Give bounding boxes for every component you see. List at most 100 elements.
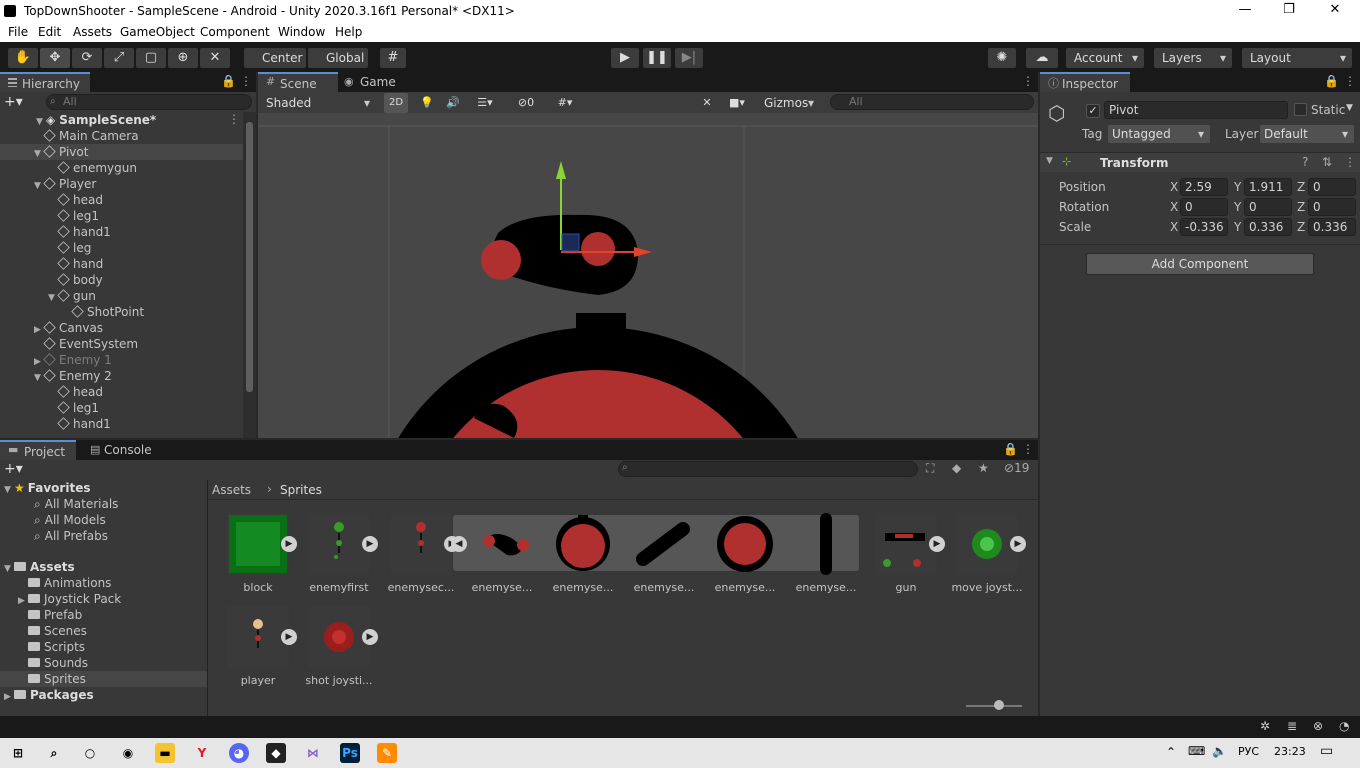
hierarchy-scrollbar[interactable] [243, 112, 256, 438]
kebab-menu-icon[interactable]: ⋮ [1344, 155, 1356, 169]
unity-icon[interactable]: ◆ [266, 743, 286, 763]
camera-dropdown-icon[interactable]: ■▾ [722, 93, 752, 113]
scale-x-field[interactable]: -0.336 [1180, 218, 1228, 236]
lock-icon[interactable]: 🔒 [1324, 74, 1339, 88]
cloud-icon[interactable]: ☁ [1026, 48, 1058, 68]
rotation-x-field[interactable]: 0 [1180, 198, 1228, 216]
progress-icon[interactable]: ◔ [1339, 719, 1349, 733]
fold-arrow-icon[interactable]: ▼ [1046, 156, 1053, 166]
asset-item[interactable]: enemyse... [542, 513, 613, 603]
assets-root-row[interactable]: ▼ Assets [0, 559, 207, 575]
expand-subassets-icon[interactable]: ▶ [362, 536, 378, 552]
tools-icon[interactable]: ✕ [696, 93, 718, 113]
kebab-menu-icon[interactable]: ⋮ [240, 74, 252, 88]
maximize-button[interactable]: ❐ [1266, 2, 1312, 20]
collab-icon[interactable]: ✺ [988, 48, 1016, 68]
kebab-menu-icon[interactable]: ⋮ [1344, 74, 1356, 88]
help-icon[interactable]: ? [1302, 155, 1308, 169]
hierarchy-row[interactable]: ▶ Enemy 1 [0, 352, 243, 368]
hierarchy-row[interactable]: leg1 [0, 400, 243, 416]
favorites-star-icon[interactable]: ★ [978, 461, 989, 475]
asset-item[interactable]: enemysec...▶ [380, 513, 460, 603]
preset-icon[interactable]: ⇅ [1322, 155, 1332, 169]
asset-folder-row[interactable]: Sprites [0, 671, 207, 687]
windows-start-icon[interactable]: ⊞ [8, 743, 28, 763]
hierarchy-search-input[interactable]: All [46, 94, 252, 110]
close-button[interactable]: ✕ [1312, 2, 1358, 20]
hierarchy-row[interactable]: hand [0, 256, 243, 272]
project-search-input[interactable] [618, 461, 918, 477]
expand-subassets-icon[interactable]: ▶ [281, 536, 297, 552]
network-icon[interactable]: ⌨ [1188, 744, 1205, 758]
asset-item[interactable]: enemyse... [623, 513, 694, 603]
discord-icon[interactable]: ◕ [229, 743, 249, 763]
hierarchy-row[interactable]: leg1 [0, 208, 243, 224]
expand-subassets-icon[interactable]: ▶ [281, 629, 297, 645]
transform-header[interactable]: ▼ ⊹ Transform ? ⇅ ⋮ [1040, 152, 1360, 172]
notifications-icon[interactable]: ▭ [1320, 743, 1333, 759]
account-dropdown[interactable]: Account [1066, 48, 1144, 68]
move-tool-icon[interactable]: ✥ [40, 48, 70, 68]
asset-item[interactable]: shot joysti... ▶ [298, 606, 378, 696]
lighting-icon[interactable]: 💡 [416, 93, 438, 113]
hierarchy-row[interactable]: hand1 [0, 224, 243, 240]
asset-folder-row[interactable]: ▶ Joystick Pack [0, 591, 207, 607]
layer-dropdown[interactable]: Default [1260, 125, 1354, 143]
asset-item[interactable]: player ▶ [217, 606, 297, 696]
effects-dropdown-icon[interactable]: ☰▾ [468, 93, 502, 113]
scale-y-field[interactable]: 0.336 [1244, 218, 1292, 236]
shading-mode-dropdown[interactable]: Shaded [258, 93, 376, 113]
packages-row[interactable]: ▶ Packages [0, 687, 207, 703]
hierarchy-row[interactable]: Main Camera [0, 128, 243, 144]
create-plus-icon[interactable]: +▾ [4, 94, 23, 110]
cache-icon[interactable]: ≣ [1287, 719, 1297, 733]
scrollbar-thumb[interactable] [246, 122, 253, 392]
layout-dropdown[interactable]: Layout [1242, 48, 1352, 68]
breadcrumb-assets[interactable]: Assets [212, 483, 251, 497]
pivot-global-toggle[interactable]: Global [308, 48, 368, 68]
hierarchy-row[interactable]: EventSystem [0, 336, 243, 352]
menu-file[interactable]: File [8, 25, 28, 39]
transform-tool-icon[interactable]: ⊕ [168, 48, 198, 68]
grid-snap-dropdown-icon[interactable]: #▾ [546, 93, 584, 113]
favorite-search-item[interactable]: ⌕ All Prefabs [0, 528, 207, 544]
search-icon[interactable]: ⌕ [44, 743, 64, 763]
breadcrumb-sprites[interactable]: Sprites [280, 483, 322, 497]
menu-help[interactable]: Help [335, 25, 362, 39]
add-component-button[interactable]: Add Component [1086, 253, 1314, 275]
favorite-search-item[interactable]: ⌕ All Models [0, 512, 207, 528]
scene-kebab-icon[interactable]: ⋮ [228, 112, 240, 126]
asset-item[interactable]: enemyse... [704, 513, 775, 603]
position-y-field[interactable]: 1.911 [1244, 178, 1292, 196]
obs-icon[interactable]: ◉ [118, 743, 138, 763]
asset-folder-row[interactable]: Prefab [0, 607, 207, 623]
kebab-menu-icon[interactable]: ⋮ [1022, 442, 1034, 456]
rotate-tool-icon[interactable]: ⟳ [72, 48, 102, 68]
cortana-icon[interactable]: ○ [80, 743, 100, 763]
volume-icon[interactable]: 🔈 [1212, 744, 1227, 758]
asset-item[interactable]: gun ▶ [865, 513, 945, 603]
language-indicator[interactable]: РУС [1238, 745, 1259, 758]
hierarchy-row[interactable]: ▼ gun [0, 288, 243, 304]
rotation-z-field[interactable]: 0 [1308, 198, 1356, 216]
hierarchy-row[interactable]: enemygun [0, 160, 243, 176]
active-checkbox[interactable]: ✓ [1086, 104, 1100, 118]
position-x-field[interactable]: 2.59 [1180, 178, 1228, 196]
photoshop-icon[interactable]: Ps [340, 743, 360, 763]
position-z-field[interactable]: 0 [1308, 178, 1356, 196]
favorite-search-item[interactable]: ⌕ All Materials [0, 496, 207, 512]
hierarchy-row[interactable]: head [0, 384, 243, 400]
asset-folder-row[interactable]: Animations [0, 575, 207, 591]
scale-z-field[interactable]: 0.336 [1308, 218, 1356, 236]
play-button[interactable]: ▶ [611, 48, 639, 68]
asset-item[interactable]: enemyse... [785, 513, 856, 603]
rotation-y-field[interactable]: 0 [1244, 198, 1292, 216]
custom-tool-icon[interactable]: ✕ [200, 48, 230, 68]
minimize-button[interactable]: — [1222, 2, 1268, 20]
layers-dropdown[interactable]: Layers [1154, 48, 1232, 68]
2d-toggle[interactable]: 2D [384, 93, 408, 113]
hierarchy-row[interactable]: hand1 [0, 416, 243, 432]
menu-gameobject[interactable]: GameObject [120, 25, 195, 39]
hierarchy-row[interactable]: ▶ Canvas [0, 320, 243, 336]
scene-viewport[interactable] [258, 113, 1038, 438]
